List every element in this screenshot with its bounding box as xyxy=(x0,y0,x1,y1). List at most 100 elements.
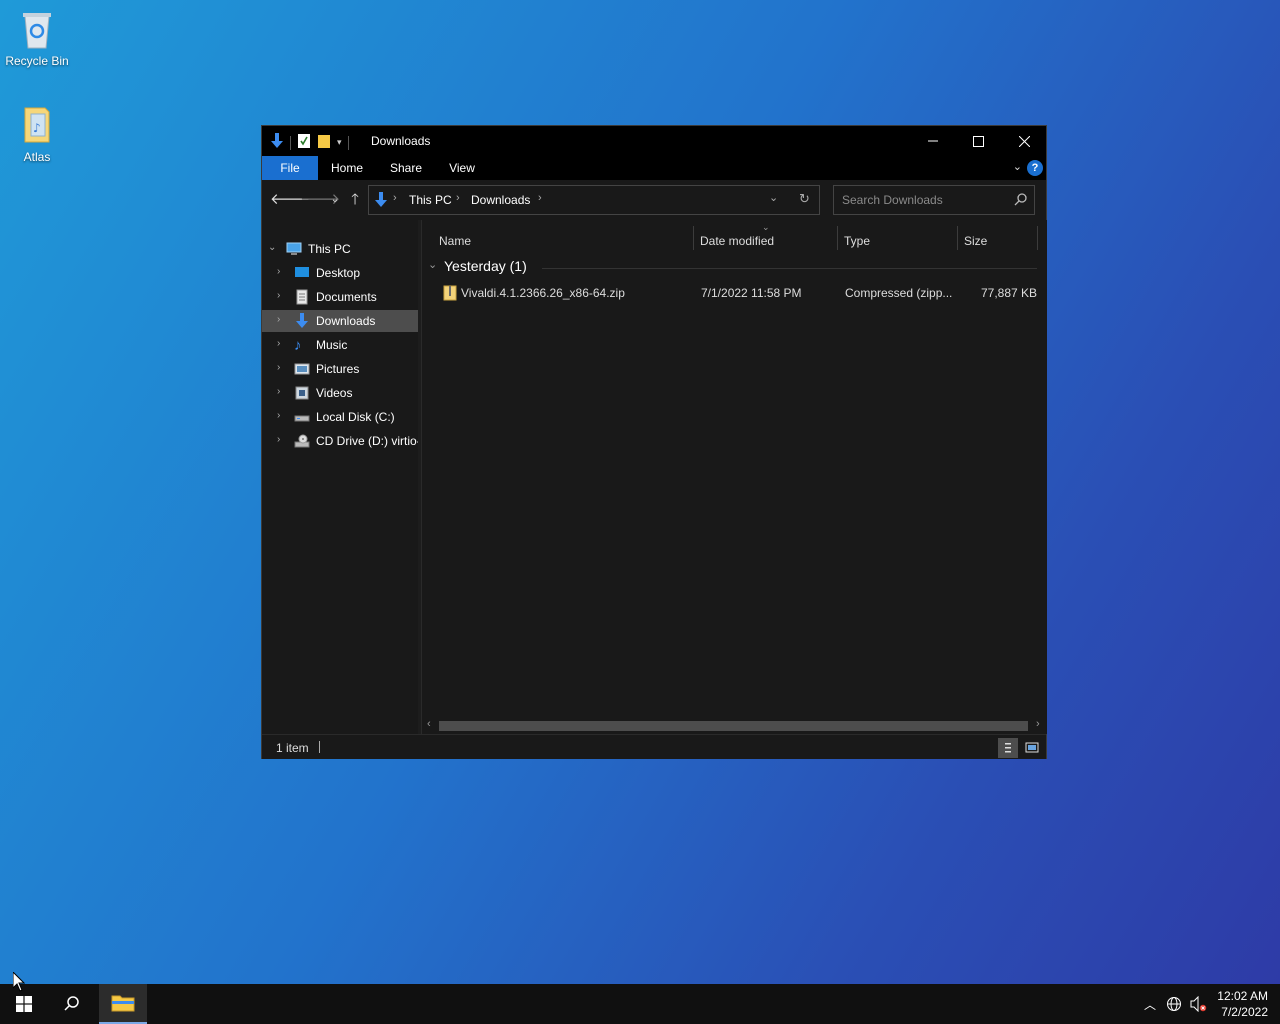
column-divider[interactable] xyxy=(837,226,838,250)
tree-item-label: Music xyxy=(316,338,348,352)
tab-share[interactable]: Share xyxy=(384,156,428,180)
recent-locations-button[interactable]: ⌄ xyxy=(324,190,346,210)
collapse-arrow-icon[interactable]: ⌄ xyxy=(268,242,276,253)
address-bar[interactable]: › This PC › Downloads › ⌄ ↻ xyxy=(368,185,820,215)
search-box[interactable] xyxy=(833,185,1035,215)
breadcrumb-this-pc[interactable]: This PC xyxy=(409,193,452,207)
ribbon-tabs: File Home Share View ⌄ ? xyxy=(262,156,1046,180)
expand-arrow-icon[interactable]: › xyxy=(277,338,280,349)
details-view-icon xyxy=(1005,743,1011,753)
tree-item-cd-drive[interactable]: › CD Drive (D:) virtio- xyxy=(262,430,418,452)
horizontal-scrollbar[interactable]: ‹ › xyxy=(422,717,1047,734)
column-divider[interactable] xyxy=(957,226,958,250)
file-row[interactable]: Vivaldi.4.1.2366.26_x86-64.zip 7/1/2022 … xyxy=(434,282,1040,304)
expand-ribbon-icon[interactable]: ⌄ xyxy=(1013,160,1022,173)
tree-item-label: This PC xyxy=(308,242,351,256)
tab-view[interactable]: View xyxy=(442,156,482,180)
refresh-icon[interactable]: ↻ xyxy=(799,191,810,207)
tab-file[interactable]: File xyxy=(262,156,318,180)
tree-item-label: Desktop xyxy=(316,266,361,280)
group-collapse-icon[interactable]: ⌄ xyxy=(428,258,437,271)
tree-item-local-disk[interactable]: › Local Disk (C:) xyxy=(262,406,418,428)
file-size: 77,887 KB xyxy=(981,286,1038,300)
new-folder-icon[interactable] xyxy=(317,133,331,152)
pictures-icon xyxy=(294,361,310,377)
explorer-window: ▾ Downloads File Home Share View ⌄ ? 🡐 🡒… xyxy=(261,125,1047,759)
desktop-icon-recycle-bin[interactable]: Recycle Bin xyxy=(0,8,74,68)
quick-access-toolbar: ▾ xyxy=(270,133,349,152)
expand-arrow-icon[interactable]: › xyxy=(277,314,280,325)
scroll-left-icon[interactable]: ‹ xyxy=(427,718,431,730)
tree-item-this-pc[interactable]: ⌄ This PC xyxy=(262,238,418,260)
column-divider[interactable] xyxy=(1037,226,1038,250)
tree-item-label: Downloads xyxy=(316,314,376,328)
desktop-icon xyxy=(294,265,310,281)
details-view-button[interactable] xyxy=(998,738,1018,758)
expand-arrow-icon[interactable]: › xyxy=(277,266,280,277)
column-type[interactable]: Type xyxy=(844,234,870,248)
tree-item-pictures[interactable]: › Pictures xyxy=(262,358,418,380)
show-hidden-icons-icon[interactable]: ︿ xyxy=(1144,996,1156,1013)
chevron-right-icon[interactable]: › xyxy=(393,192,397,204)
title-bar[interactable]: ▾ Downloads xyxy=(262,126,1046,156)
address-dropdown-icon[interactable]: ⌄ xyxy=(769,191,778,204)
chevron-right-icon[interactable]: › xyxy=(538,192,542,204)
column-divider[interactable] xyxy=(693,226,694,250)
group-header[interactable]: Yesterday (1) xyxy=(444,258,527,274)
local-disk-icon xyxy=(294,409,310,425)
desktop-icon-label: Recycle Bin xyxy=(5,54,69,68)
scroll-thumb[interactable] xyxy=(439,721,1028,731)
minimize-button[interactable] xyxy=(910,126,956,156)
breadcrumb-downloads[interactable]: Downloads xyxy=(471,193,530,207)
system-clock[interactable]: 12:02 AM 7/2/2022 xyxy=(1217,988,1268,1020)
minimize-icon xyxy=(928,140,938,142)
zip-file-icon xyxy=(443,285,457,304)
tree-item-music[interactable]: › ♪ Music xyxy=(262,334,418,356)
column-size[interactable]: Size xyxy=(964,234,987,248)
tree-item-downloads[interactable]: › Downloads xyxy=(262,310,418,332)
navigation-pane: ⌄ This PC › Desktop › Documents › Downlo… xyxy=(262,220,418,734)
column-date-modified[interactable]: Date modified xyxy=(700,234,774,248)
search-button[interactable] xyxy=(48,984,96,1024)
large-icons-view-button[interactable] xyxy=(1022,738,1042,758)
music-icon: ♪ xyxy=(294,337,302,354)
column-name[interactable]: Name xyxy=(439,234,471,248)
desktop-icon-atlas[interactable]: ♪ Atlas xyxy=(0,104,74,164)
tab-home[interactable]: Home xyxy=(326,156,368,180)
videos-icon xyxy=(294,385,310,401)
downloads-icon xyxy=(294,313,310,329)
downloads-arrow-icon xyxy=(270,133,284,152)
tree-item-label: Local Disk (C:) xyxy=(316,410,395,424)
chevron-right-icon[interactable]: › xyxy=(456,192,460,204)
properties-icon[interactable] xyxy=(297,133,311,152)
expand-arrow-icon[interactable]: › xyxy=(277,434,280,445)
tree-item-desktop[interactable]: › Desktop xyxy=(262,262,418,284)
expand-arrow-icon[interactable]: › xyxy=(277,410,280,421)
file-type: Compressed (zipp... xyxy=(845,286,953,300)
tree-item-videos[interactable]: › Videos xyxy=(262,382,418,404)
volume-muted-icon[interactable] xyxy=(1190,995,1208,1015)
folder-icon: ♪ xyxy=(17,104,57,146)
expand-arrow-icon[interactable]: › xyxy=(277,290,280,301)
status-separator xyxy=(319,741,320,753)
expand-arrow-icon[interactable]: › xyxy=(277,362,280,373)
file-explorer-taskbar-button[interactable] xyxy=(99,984,147,1024)
downloads-location-icon xyxy=(374,192,388,211)
tree-item-label: Videos xyxy=(316,386,353,400)
clock-date: 7/2/2022 xyxy=(1221,1005,1268,1019)
file-name: Vivaldi.4.1.2366.26_x86-64.zip xyxy=(461,286,625,300)
scroll-right-icon[interactable]: › xyxy=(1036,718,1040,730)
tree-item-documents[interactable]: › Documents xyxy=(262,286,418,308)
help-icon[interactable]: ? xyxy=(1027,160,1043,176)
file-list: Name Date modified ⌄ Type Size ⌄ Yesterd… xyxy=(422,220,1047,734)
expand-arrow-icon[interactable]: › xyxy=(277,386,280,397)
maximize-button[interactable] xyxy=(955,126,1001,156)
tree-item-label: CD Drive (D:) virtio- xyxy=(316,434,418,448)
close-button[interactable] xyxy=(1001,126,1047,156)
network-icon[interactable] xyxy=(1166,996,1182,1015)
forward-button[interactable]: 🡒 xyxy=(300,190,340,210)
customize-toolbar-icon[interactable]: ▾ xyxy=(337,137,342,148)
back-button[interactable]: 🡐 xyxy=(270,190,310,210)
up-button[interactable]: 🡑 xyxy=(344,190,366,210)
search-input[interactable] xyxy=(842,193,1012,207)
